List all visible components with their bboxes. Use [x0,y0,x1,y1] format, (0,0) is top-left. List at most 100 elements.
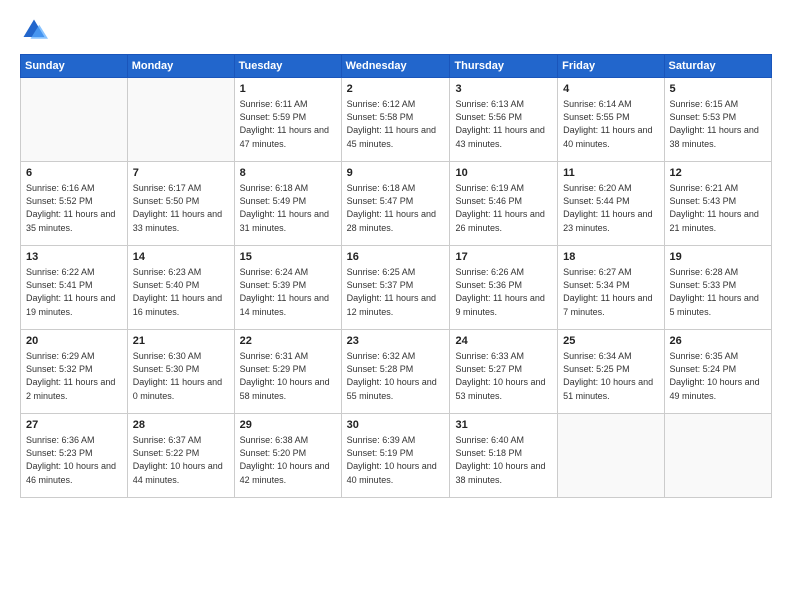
day-number: 21 [133,334,229,349]
weekday-header-saturday: Saturday [664,55,771,78]
calendar-cell [664,414,771,498]
calendar-cell: 5Sunrise: 6:15 AM Sunset: 5:53 PM Daylig… [664,78,771,162]
calendar-cell: 30Sunrise: 6:39 AM Sunset: 5:19 PM Dayli… [341,414,450,498]
weekday-header-monday: Monday [127,55,234,78]
day-info: Sunrise: 6:20 AM Sunset: 5:44 PM Dayligh… [563,182,658,234]
day-number: 24 [455,334,552,349]
day-number: 8 [240,166,336,181]
calendar-cell: 12Sunrise: 6:21 AM Sunset: 5:43 PM Dayli… [664,162,771,246]
calendar-week-3: 13Sunrise: 6:22 AM Sunset: 5:41 PM Dayli… [21,246,772,330]
logo [20,16,52,44]
day-info: Sunrise: 6:15 AM Sunset: 5:53 PM Dayligh… [670,98,766,150]
day-number: 31 [455,418,552,433]
day-info: Sunrise: 6:39 AM Sunset: 5:19 PM Dayligh… [347,434,445,486]
day-info: Sunrise: 6:31 AM Sunset: 5:29 PM Dayligh… [240,350,336,402]
day-number: 10 [455,166,552,181]
day-info: Sunrise: 6:38 AM Sunset: 5:20 PM Dayligh… [240,434,336,486]
calendar-cell: 24Sunrise: 6:33 AM Sunset: 5:27 PM Dayli… [450,330,558,414]
calendar-cell: 4Sunrise: 6:14 AM Sunset: 5:55 PM Daylig… [558,78,664,162]
day-number: 12 [670,166,766,181]
day-info: Sunrise: 6:18 AM Sunset: 5:47 PM Dayligh… [347,182,445,234]
day-info: Sunrise: 6:16 AM Sunset: 5:52 PM Dayligh… [26,182,122,234]
day-info: Sunrise: 6:19 AM Sunset: 5:46 PM Dayligh… [455,182,552,234]
day-number: 9 [347,166,445,181]
day-number: 11 [563,166,658,181]
day-number: 13 [26,250,122,265]
day-info: Sunrise: 6:27 AM Sunset: 5:34 PM Dayligh… [563,266,658,318]
day-info: Sunrise: 6:33 AM Sunset: 5:27 PM Dayligh… [455,350,552,402]
day-number: 27 [26,418,122,433]
day-number: 5 [670,82,766,97]
day-info: Sunrise: 6:12 AM Sunset: 5:58 PM Dayligh… [347,98,445,150]
calendar-cell: 31Sunrise: 6:40 AM Sunset: 5:18 PM Dayli… [450,414,558,498]
calendar-cell: 18Sunrise: 6:27 AM Sunset: 5:34 PM Dayli… [558,246,664,330]
day-number: 4 [563,82,658,97]
day-number: 22 [240,334,336,349]
day-number: 6 [26,166,122,181]
calendar-cell [21,78,128,162]
calendar-cell [127,78,234,162]
calendar-cell: 28Sunrise: 6:37 AM Sunset: 5:22 PM Dayli… [127,414,234,498]
calendar-cell: 13Sunrise: 6:22 AM Sunset: 5:41 PM Dayli… [21,246,128,330]
calendar-cell: 2Sunrise: 6:12 AM Sunset: 5:58 PM Daylig… [341,78,450,162]
calendar-cell: 29Sunrise: 6:38 AM Sunset: 5:20 PM Dayli… [234,414,341,498]
calendar-cell: 26Sunrise: 6:35 AM Sunset: 5:24 PM Dayli… [664,330,771,414]
day-number: 1 [240,82,336,97]
calendar-cell: 8Sunrise: 6:18 AM Sunset: 5:49 PM Daylig… [234,162,341,246]
calendar-week-5: 27Sunrise: 6:36 AM Sunset: 5:23 PM Dayli… [21,414,772,498]
day-info: Sunrise: 6:30 AM Sunset: 5:30 PM Dayligh… [133,350,229,402]
day-number: 30 [347,418,445,433]
weekday-header-friday: Friday [558,55,664,78]
day-number: 14 [133,250,229,265]
day-info: Sunrise: 6:29 AM Sunset: 5:32 PM Dayligh… [26,350,122,402]
header [20,16,772,44]
calendar-cell: 10Sunrise: 6:19 AM Sunset: 5:46 PM Dayli… [450,162,558,246]
calendar-cell: 6Sunrise: 6:16 AM Sunset: 5:52 PM Daylig… [21,162,128,246]
day-info: Sunrise: 6:28 AM Sunset: 5:33 PM Dayligh… [670,266,766,318]
calendar-cell: 9Sunrise: 6:18 AM Sunset: 5:47 PM Daylig… [341,162,450,246]
day-info: Sunrise: 6:25 AM Sunset: 5:37 PM Dayligh… [347,266,445,318]
day-number: 23 [347,334,445,349]
day-info: Sunrise: 6:14 AM Sunset: 5:55 PM Dayligh… [563,98,658,150]
weekday-header-row: SundayMondayTuesdayWednesdayThursdayFrid… [21,55,772,78]
page: SundayMondayTuesdayWednesdayThursdayFrid… [0,0,792,612]
calendar-cell: 14Sunrise: 6:23 AM Sunset: 5:40 PM Dayli… [127,246,234,330]
calendar-cell: 23Sunrise: 6:32 AM Sunset: 5:28 PM Dayli… [341,330,450,414]
calendar-cell: 1Sunrise: 6:11 AM Sunset: 5:59 PM Daylig… [234,78,341,162]
calendar-cell [558,414,664,498]
day-number: 25 [563,334,658,349]
calendar-cell: 27Sunrise: 6:36 AM Sunset: 5:23 PM Dayli… [21,414,128,498]
calendar-cell: 11Sunrise: 6:20 AM Sunset: 5:44 PM Dayli… [558,162,664,246]
day-info: Sunrise: 6:37 AM Sunset: 5:22 PM Dayligh… [133,434,229,486]
calendar-week-4: 20Sunrise: 6:29 AM Sunset: 5:32 PM Dayli… [21,330,772,414]
calendar-cell: 19Sunrise: 6:28 AM Sunset: 5:33 PM Dayli… [664,246,771,330]
calendar-body: 1Sunrise: 6:11 AM Sunset: 5:59 PM Daylig… [21,78,772,498]
calendar-cell: 16Sunrise: 6:25 AM Sunset: 5:37 PM Dayli… [341,246,450,330]
calendar-cell: 3Sunrise: 6:13 AM Sunset: 5:56 PM Daylig… [450,78,558,162]
day-number: 2 [347,82,445,97]
weekday-header-tuesday: Tuesday [234,55,341,78]
day-number: 15 [240,250,336,265]
day-info: Sunrise: 6:18 AM Sunset: 5:49 PM Dayligh… [240,182,336,234]
day-info: Sunrise: 6:24 AM Sunset: 5:39 PM Dayligh… [240,266,336,318]
calendar-week-1: 1Sunrise: 6:11 AM Sunset: 5:59 PM Daylig… [21,78,772,162]
day-info: Sunrise: 6:36 AM Sunset: 5:23 PM Dayligh… [26,434,122,486]
calendar-cell: 22Sunrise: 6:31 AM Sunset: 5:29 PM Dayli… [234,330,341,414]
logo-icon [20,16,48,44]
day-number: 19 [670,250,766,265]
weekday-header-sunday: Sunday [21,55,128,78]
day-info: Sunrise: 6:40 AM Sunset: 5:18 PM Dayligh… [455,434,552,486]
calendar-table: SundayMondayTuesdayWednesdayThursdayFrid… [20,54,772,498]
day-info: Sunrise: 6:34 AM Sunset: 5:25 PM Dayligh… [563,350,658,402]
day-number: 26 [670,334,766,349]
day-number: 28 [133,418,229,433]
day-number: 18 [563,250,658,265]
day-info: Sunrise: 6:22 AM Sunset: 5:41 PM Dayligh… [26,266,122,318]
day-number: 16 [347,250,445,265]
day-number: 29 [240,418,336,433]
day-info: Sunrise: 6:17 AM Sunset: 5:50 PM Dayligh… [133,182,229,234]
day-number: 17 [455,250,552,265]
day-number: 7 [133,166,229,181]
calendar-cell: 15Sunrise: 6:24 AM Sunset: 5:39 PM Dayli… [234,246,341,330]
day-info: Sunrise: 6:35 AM Sunset: 5:24 PM Dayligh… [670,350,766,402]
